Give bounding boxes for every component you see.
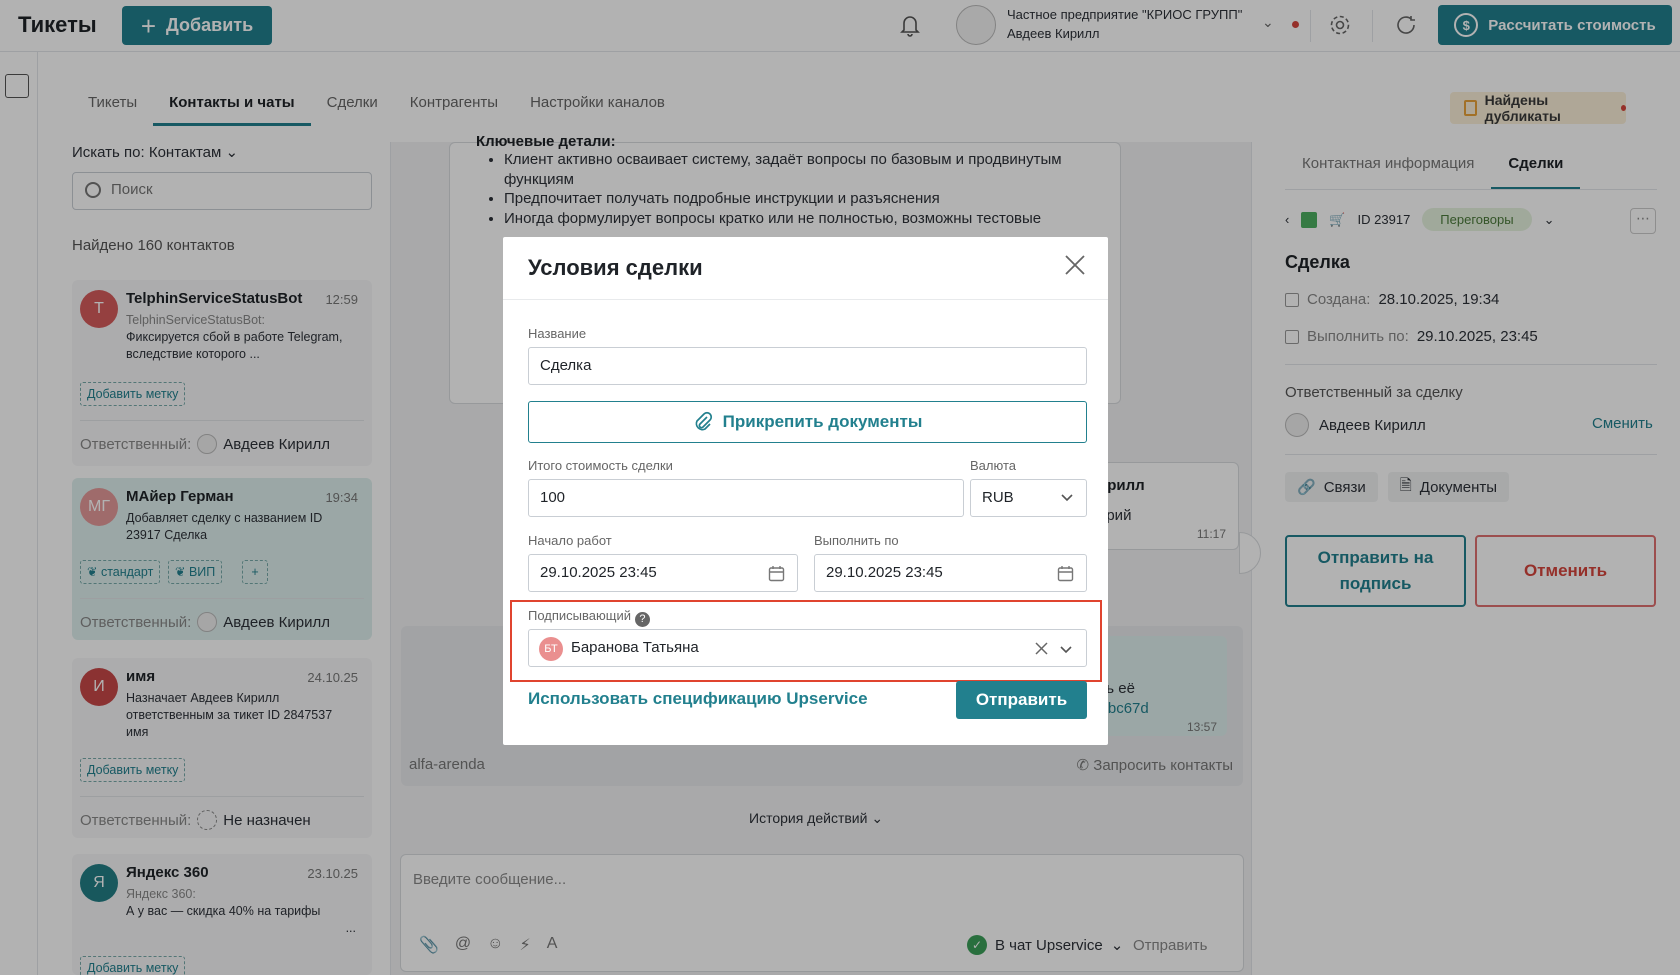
total-cost-input[interactable] [540,489,888,506]
attach-documents-label: Прикрепить документы [722,412,923,431]
avatar: БТ [539,637,563,661]
chevron-down-icon[interactable] [1059,642,1073,656]
signer-select[interactable]: БТ Баранова Татьяна [528,629,1087,667]
modal-header: Условия сделки [503,237,1108,300]
help-icon[interactable]: ? [634,611,650,627]
close-icon[interactable] [1063,253,1087,277]
calendar-icon[interactable] [1057,565,1074,582]
attach-documents-button[interactable]: Прикрепить документы [528,401,1087,443]
deal-terms-modal: Условия сделки Название Прикрепить докум… [503,237,1108,745]
calendar-icon[interactable] [768,565,785,582]
clear-icon[interactable] [1035,642,1048,655]
due-date-field[interactable] [814,554,1087,592]
modal-title: Условия сделки [528,255,703,280]
currency-select[interactable] [970,479,1087,517]
start-date-input[interactable] [540,564,755,581]
use-specification-link[interactable]: Использовать спецификацию Upservice [528,689,868,709]
currency-label: Валюта [970,458,1016,473]
start-date-field[interactable] [528,554,798,592]
signer-label: Подписывающий? [528,608,650,627]
deal-name-input[interactable] [540,357,986,374]
due-label: Выполнить по [814,533,899,548]
deal-name-field[interactable] [528,347,1087,385]
start-label: Начало работ [528,533,612,548]
chevron-down-icon [1061,494,1073,502]
total-cost-field[interactable] [528,479,964,517]
submit-button[interactable]: Отправить [956,681,1087,719]
signer-name: Баранова Татьяна [571,639,699,656]
signer-label-text: Подписывающий [528,608,631,623]
total-label: Итого стоимость сделки [528,458,673,473]
due-date-input[interactable] [826,564,1043,581]
paperclip-icon [695,411,712,431]
name-label: Название [528,326,587,341]
